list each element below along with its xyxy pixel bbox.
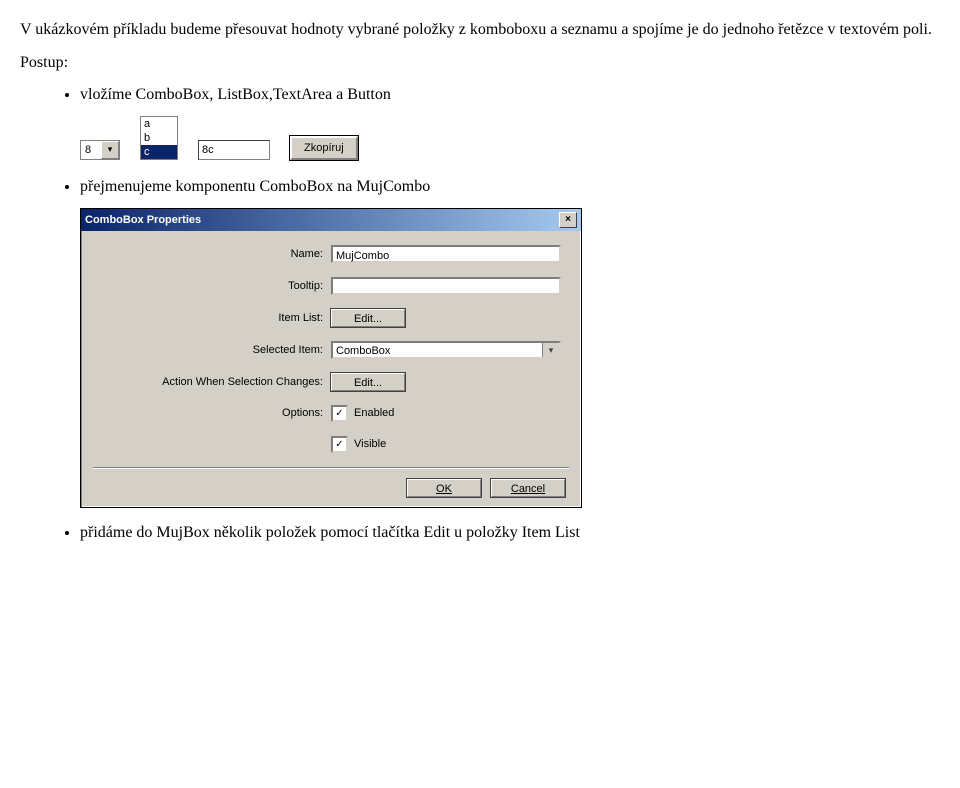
enabled-label: Enabled bbox=[354, 407, 394, 419]
cancel-button[interactable]: Cancel bbox=[491, 479, 565, 497]
tooltip-input[interactable] bbox=[331, 277, 561, 295]
visible-label: Visible bbox=[354, 438, 386, 450]
selecteditem-value: ComboBox bbox=[333, 343, 542, 357]
example-textarea[interactable]: 8c bbox=[198, 140, 270, 160]
dialog-titlebar[interactable]: ComboBox Properties × bbox=[81, 209, 581, 231]
list-item[interactable]: b bbox=[141, 131, 177, 145]
intro-text: V ukázkovém příkladu budeme přesouvat ho… bbox=[20, 20, 940, 41]
bullet-1: vložíme ComboBox, ListBox,TextArea a But… bbox=[80, 86, 940, 104]
postup-heading: Postup: bbox=[20, 53, 940, 74]
bullet-3: přidáme do MujBox několik položek pomocí… bbox=[80, 524, 940, 542]
checkbox-icon[interactable]: ✓ bbox=[331, 405, 348, 422]
checkbox-icon[interactable]: ✓ bbox=[331, 436, 348, 453]
edit-itemlist-button[interactable]: Edit... bbox=[331, 309, 405, 327]
action-label: Action When Selection Changes: bbox=[93, 376, 331, 388]
itemlist-label: Item List: bbox=[93, 312, 331, 324]
name-label: Name: bbox=[93, 248, 331, 260]
separator bbox=[93, 467, 569, 469]
list-item[interactable]: a bbox=[141, 117, 177, 131]
list-item-selected[interactable]: c bbox=[141, 145, 177, 159]
chevron-down-icon[interactable] bbox=[101, 141, 119, 159]
edit-action-button[interactable]: Edit... bbox=[331, 373, 405, 391]
combobox-properties-dialog: ComboBox Properties × Name: MujCombo Too… bbox=[80, 208, 582, 508]
example-controls-row: 8 a b c 8c Zkopíruj bbox=[20, 116, 940, 160]
tooltip-label: Tooltip: bbox=[93, 280, 331, 292]
dialog-title: ComboBox Properties bbox=[85, 214, 201, 226]
enabled-checkbox[interactable]: ✓ Enabled bbox=[331, 405, 394, 422]
selecteditem-label: Selected Item: bbox=[93, 344, 331, 356]
options-label: Options: bbox=[93, 407, 331, 419]
close-icon[interactable]: × bbox=[559, 212, 577, 228]
example-button-zkopiruj[interactable]: Zkopíruj bbox=[290, 136, 358, 160]
visible-checkbox[interactable]: ✓ Visible bbox=[331, 436, 386, 453]
bullet-2: přejmenujeme komponentu ComboBox na MujC… bbox=[80, 178, 940, 196]
ok-button[interactable]: OK bbox=[407, 479, 481, 497]
selecteditem-combo[interactable]: ComboBox bbox=[331, 341, 561, 359]
example-listbox[interactable]: a b c bbox=[140, 116, 178, 160]
example-combobox-value: 8 bbox=[81, 144, 101, 156]
chevron-down-icon[interactable] bbox=[542, 343, 559, 357]
name-input[interactable]: MujCombo bbox=[331, 245, 561, 263]
example-combobox[interactable]: 8 bbox=[80, 140, 120, 160]
